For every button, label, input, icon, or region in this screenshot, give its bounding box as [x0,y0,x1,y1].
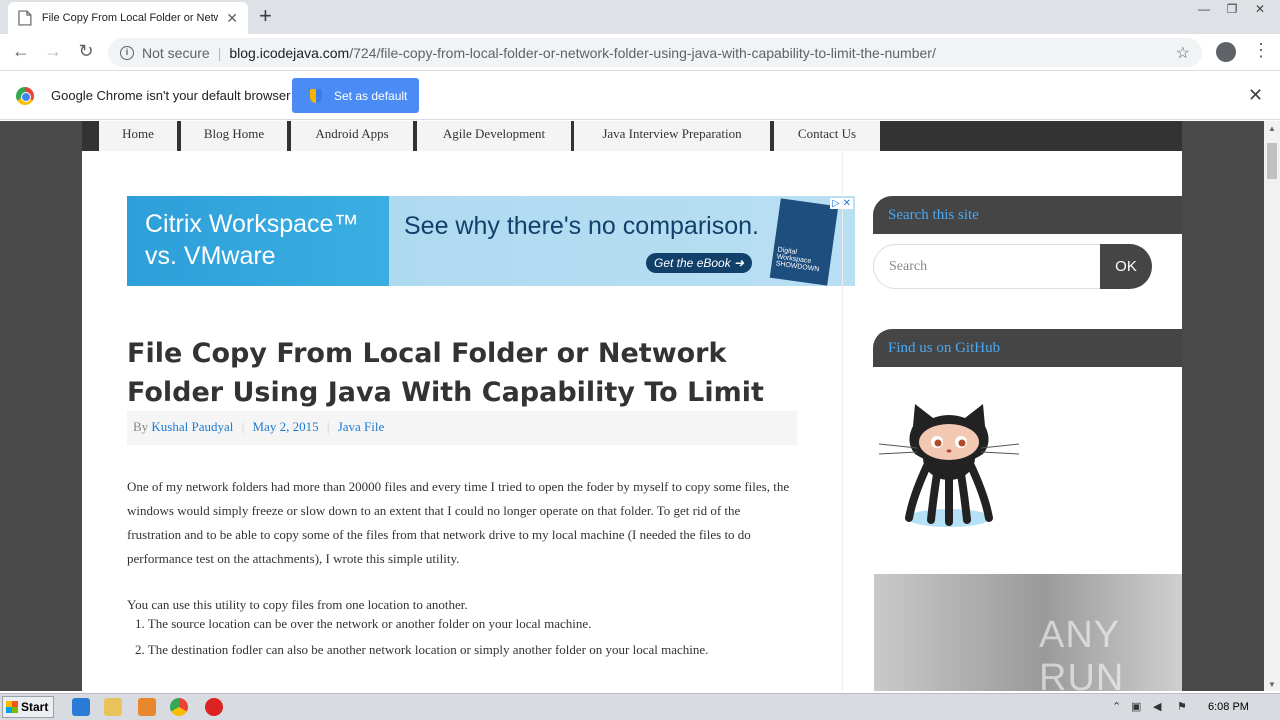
post-list: 1. The source location can be over the n… [135,611,708,663]
category-link[interactable]: Java File [338,419,385,434]
set-as-default-button[interactable]: Set as default [292,78,419,113]
start-button[interactable]: Start [2,696,54,718]
ad-brand: Citrix Workspace™ vs. VMware [145,208,358,272]
internet-explorer-icon[interactable] [72,698,90,716]
back-arrow-icon[interactable]: ← [9,41,33,62]
info-icon[interactable]: i [120,45,134,60]
search-ok-button[interactable]: OK [1100,244,1152,289]
action-center-flag-icon[interactable]: ⚑ [1177,700,1187,713]
meta-by: By [133,419,149,434]
windows-taskbar: Start ⌃ ▣ ◀ ⚑ 6:08 PM [0,693,1280,720]
network-icon[interactable]: ▣ [1131,700,1141,713]
close-tab-icon[interactable]: ✕ [226,10,238,27]
ad-banner[interactable]: Citrix Workspace™ vs. VMware See why the… [127,196,855,286]
windows-flag-icon [6,701,18,713]
ad-tagline: See why there's no comparison. [404,212,759,240]
default-browser-infobar: Google Chrome isn't your default browser… [0,72,1280,120]
security-label: Not secure [142,44,210,61]
scrollbar-thumb[interactable] [1267,143,1277,179]
list-item: 2. The destination fodler can also be an… [135,642,709,657]
search-widget-title: Search this site [873,196,1182,234]
tab-title: File Copy From Local Folder or Network F… [41,12,219,24]
antivirus-icon[interactable] [205,698,223,716]
chrome-logo-icon [16,87,34,105]
bookmark-star-icon[interactable]: ☆ [1176,43,1190,63]
system-tray: ⌃ ▣ ◀ ⚑ 6:08 PM [1103,694,1280,720]
site-nav: Home Blog Home Android Apps Agile Develo… [82,121,1182,151]
date-link[interactable]: May 2, 2015 [253,419,319,434]
infobar-message: Google Chrome isn't your default browser [51,88,291,103]
scroll-up-icon[interactable]: ▲ [1268,124,1276,133]
restore-button[interactable]: ❐ [1218,0,1246,18]
github-widget-title: Find us on GitHub [873,329,1182,367]
close-window-button[interactable]: ✕ [1246,0,1274,18]
browser-tab[interactable]: File Copy From Local Folder or Network F… [8,2,248,34]
address-separator: | [217,44,222,61]
start-label: Start [21,700,49,714]
file-explorer-icon[interactable] [104,698,122,716]
browser-toolbar: ← → ↻ i Not secure | blog.icodejava.com … [0,34,1280,71]
ad-book-image: Digital Workspace SHOWDOWN [769,198,839,286]
watermark-text: ANY RUN [1039,614,1125,691]
ad-brand-line1: Citrix Workspace™ [145,210,359,238]
document-icon [18,10,32,26]
forward-arrow-icon[interactable]: → [41,41,65,62]
nav-item-blog-home[interactable]: Blog Home [181,121,287,151]
meta-separator: | [241,419,245,434]
octocat-icon[interactable] [877,396,1027,531]
set-as-default-label: Set as default [334,88,408,103]
nav-item-android-apps[interactable]: Android Apps [291,121,413,151]
page-scrollbar[interactable]: ▲ ▼ [1264,121,1280,691]
ad-brand-line2: vs. VMware [145,242,276,270]
taskbar-clock[interactable]: 6:08 PM [1208,701,1249,713]
site-container: Home Blog Home Android Apps Agile Develo… [82,121,1182,691]
window-controls: — ❐ ✕ [1190,0,1274,18]
scroll-down-icon[interactable]: ▼ [1268,680,1276,689]
nav-item-java-interview-preparation[interactable]: Java Interview Preparation [574,121,770,151]
list-item: 1. The source location can be over the n… [135,616,592,631]
post-meta: By Kushal Paudyal | May 2, 2015 | Java F… [127,411,797,445]
reload-icon[interactable]: ↻ [74,41,98,62]
close-infobar-icon[interactable]: ✕ [1248,85,1263,106]
shield-icon [310,88,322,103]
search-input[interactable]: Search [873,244,1101,289]
author-link[interactable]: Kushal Paudyal [151,419,233,434]
sidebar-ad-image[interactable]: ANY RUN [874,574,1182,691]
url-domain: blog.icodejava.com [229,44,350,61]
menu-dots-icon[interactable]: ⋮ [1252,40,1270,61]
media-player-icon[interactable] [138,698,156,716]
tab-strip: File Copy From Local Folder or Network F… [0,0,1280,34]
ad-cta-button[interactable]: Get the eBook ➜ [646,253,753,273]
post-paragraph: One of my network folders had more than … [127,479,790,566]
tray-expand-icon[interactable]: ⌃ [1112,700,1121,713]
volume-icon[interactable]: ◀ [1153,700,1161,713]
content-divider [842,151,843,691]
meta-separator: | [326,419,330,434]
nav-item-contact-us[interactable]: Contact Us [774,121,880,151]
profile-avatar-icon[interactable] [1216,42,1236,62]
nav-item-home[interactable]: Home [99,121,177,151]
new-tab-button[interactable]: + [259,5,272,27]
address-bar[interactable]: i Not secure | blog.icodejava.com /724/f… [108,38,1202,67]
chrome-taskbar-icon[interactable] [170,698,188,716]
nav-item-agile-development[interactable]: Agile Development [417,121,571,151]
minimize-button[interactable]: — [1190,0,1218,18]
page-viewport: Home Blog Home Android Apps Agile Develo… [0,121,1264,691]
url-path: /724/file-copy-from-local-folder-or-netw… [349,44,936,61]
